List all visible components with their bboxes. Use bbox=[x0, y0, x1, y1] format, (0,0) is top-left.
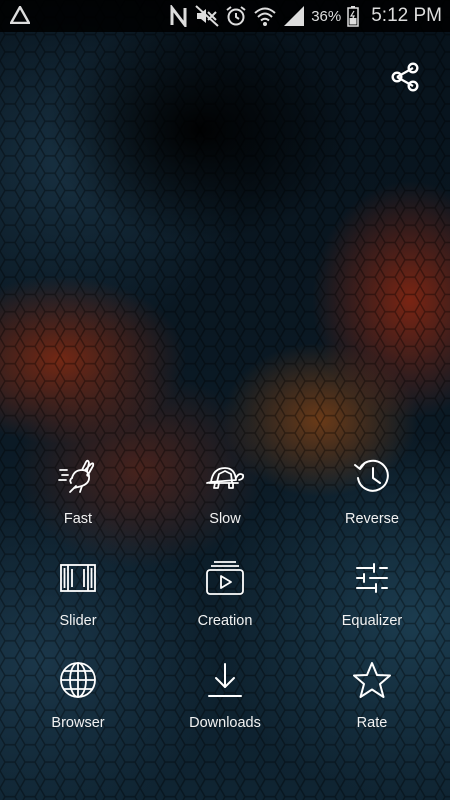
fast-label: Fast bbox=[63, 511, 93, 527]
rate-button[interactable]: Rate bbox=[307, 656, 437, 736]
status-bar: 36% 5:12 PM bbox=[0, 0, 450, 32]
star-icon bbox=[352, 660, 392, 700]
creation-label: Creation bbox=[197, 613, 253, 629]
equalizer-icon bbox=[352, 558, 392, 598]
signal-icon bbox=[283, 5, 305, 27]
slow-button[interactable]: Slow bbox=[160, 452, 290, 532]
battery-icon bbox=[347, 5, 359, 27]
slider-button[interactable]: Slider bbox=[13, 554, 143, 634]
wifi-icon bbox=[253, 5, 277, 27]
video-library-icon bbox=[205, 558, 245, 598]
mute-icon bbox=[195, 5, 219, 27]
share-button[interactable] bbox=[388, 60, 422, 94]
clock: 5:12 PM bbox=[371, 5, 442, 26]
equalizer-label: Equalizer bbox=[341, 613, 403, 629]
share-icon bbox=[388, 62, 422, 98]
reverse-label: Reverse bbox=[345, 511, 399, 527]
turtle-icon bbox=[205, 456, 245, 496]
fast-button[interactable]: Fast bbox=[13, 452, 143, 532]
slow-label: Slow bbox=[209, 511, 241, 527]
history-icon bbox=[352, 456, 392, 496]
n-notification-icon bbox=[169, 5, 189, 27]
downloads-button[interactable]: Downloads bbox=[160, 656, 290, 736]
browser-button[interactable]: Browser bbox=[13, 656, 143, 736]
warning-icon bbox=[10, 6, 30, 24]
slider-label: Slider bbox=[59, 613, 97, 629]
downloads-label: Downloads bbox=[189, 715, 261, 731]
rate-label: Rate bbox=[356, 715, 388, 731]
alarm-icon bbox=[225, 5, 247, 27]
browser-label: Browser bbox=[51, 715, 105, 731]
film-slider-icon bbox=[58, 558, 98, 598]
reverse-button[interactable]: Reverse bbox=[307, 452, 437, 532]
globe-icon bbox=[58, 660, 98, 700]
equalizer-button[interactable]: Equalizer bbox=[307, 554, 437, 634]
battery-percent: 36% bbox=[311, 7, 342, 25]
download-icon bbox=[205, 660, 245, 700]
rabbit-icon bbox=[58, 456, 98, 496]
creation-button[interactable]: Creation bbox=[160, 554, 290, 634]
